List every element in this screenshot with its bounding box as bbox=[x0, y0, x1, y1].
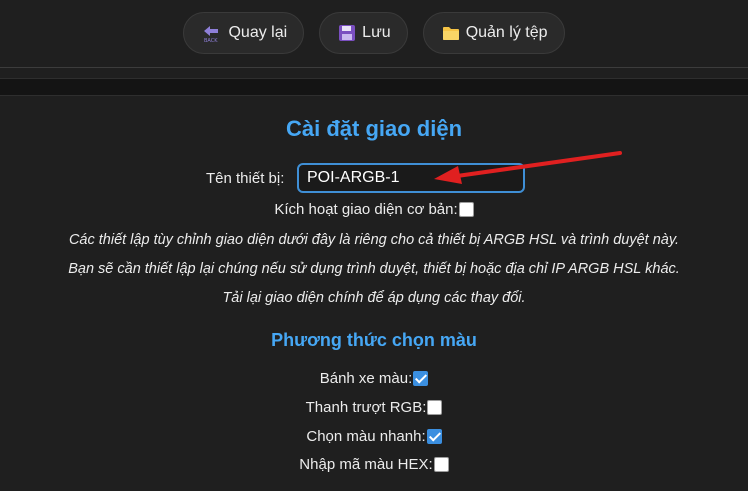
rgb-slider-checkbox[interactable] bbox=[427, 400, 443, 415]
toolbar: BACK Quay lại Lưu Quản lý tệp bbox=[0, 12, 748, 54]
device-name-label: Tên thiết bị: bbox=[206, 170, 285, 187]
back-button[interactable]: BACK Quay lại bbox=[183, 12, 305, 54]
option-color-wheel: Bánh xe màu: bbox=[0, 370, 748, 387]
page-title: Cài đặt giao diện bbox=[285, 116, 463, 141]
note-line-3: Tải lại giao diện chính để áp dụng các t… bbox=[222, 290, 526, 306]
back-label: Quay lại bbox=[228, 24, 288, 41]
floppy-disk-icon bbox=[338, 24, 356, 42]
color-picker-heading: Phương thức chọn màu bbox=[271, 330, 477, 350]
quick-pick-checkbox[interactable] bbox=[426, 429, 442, 444]
option-label: Thanh trượt RGB: bbox=[305, 399, 427, 416]
device-name-input[interactable] bbox=[297, 163, 525, 193]
option-quick-pick: Chọn màu nhanh: bbox=[0, 428, 748, 445]
note-line-2: Bạn sẽ cần thiết lập lại chúng nếu sử dụ… bbox=[68, 261, 680, 277]
divider bbox=[0, 67, 748, 68]
svg-text:BACK: BACK bbox=[204, 38, 218, 43]
option-rgb-slider: Thanh trượt RGB: bbox=[0, 399, 748, 416]
color-wheel-checkbox[interactable] bbox=[413, 371, 429, 386]
option-label: Nhập mã màu HEX: bbox=[299, 456, 433, 473]
hex-input-checkbox[interactable] bbox=[433, 457, 449, 472]
option-hex-input: Nhập mã màu HEX: bbox=[0, 456, 748, 473]
divider-band bbox=[0, 78, 748, 96]
file-manager-label: Quản lý tệp bbox=[465, 24, 548, 41]
basic-ui-label: Kích hoạt giao diện cơ bản: bbox=[274, 201, 458, 218]
basic-ui-checkbox[interactable] bbox=[458, 202, 474, 217]
back-arrow-icon: BACK bbox=[202, 23, 222, 43]
device-name-row: Tên thiết bị: bbox=[0, 163, 748, 193]
option-label: Chọn màu nhanh: bbox=[306, 428, 426, 445]
folder-icon bbox=[442, 25, 460, 41]
file-manager-button[interactable]: Quản lý tệp bbox=[422, 12, 565, 54]
basic-ui-row: Kích hoạt giao diện cơ bản: bbox=[0, 201, 748, 218]
save-label: Lưu bbox=[362, 24, 391, 41]
option-label: Bánh xe màu: bbox=[319, 370, 413, 387]
note-line-1: Các thiết lập tùy chỉnh giao diện dưới đ… bbox=[68, 232, 680, 248]
save-button[interactable]: Lưu bbox=[319, 12, 408, 54]
